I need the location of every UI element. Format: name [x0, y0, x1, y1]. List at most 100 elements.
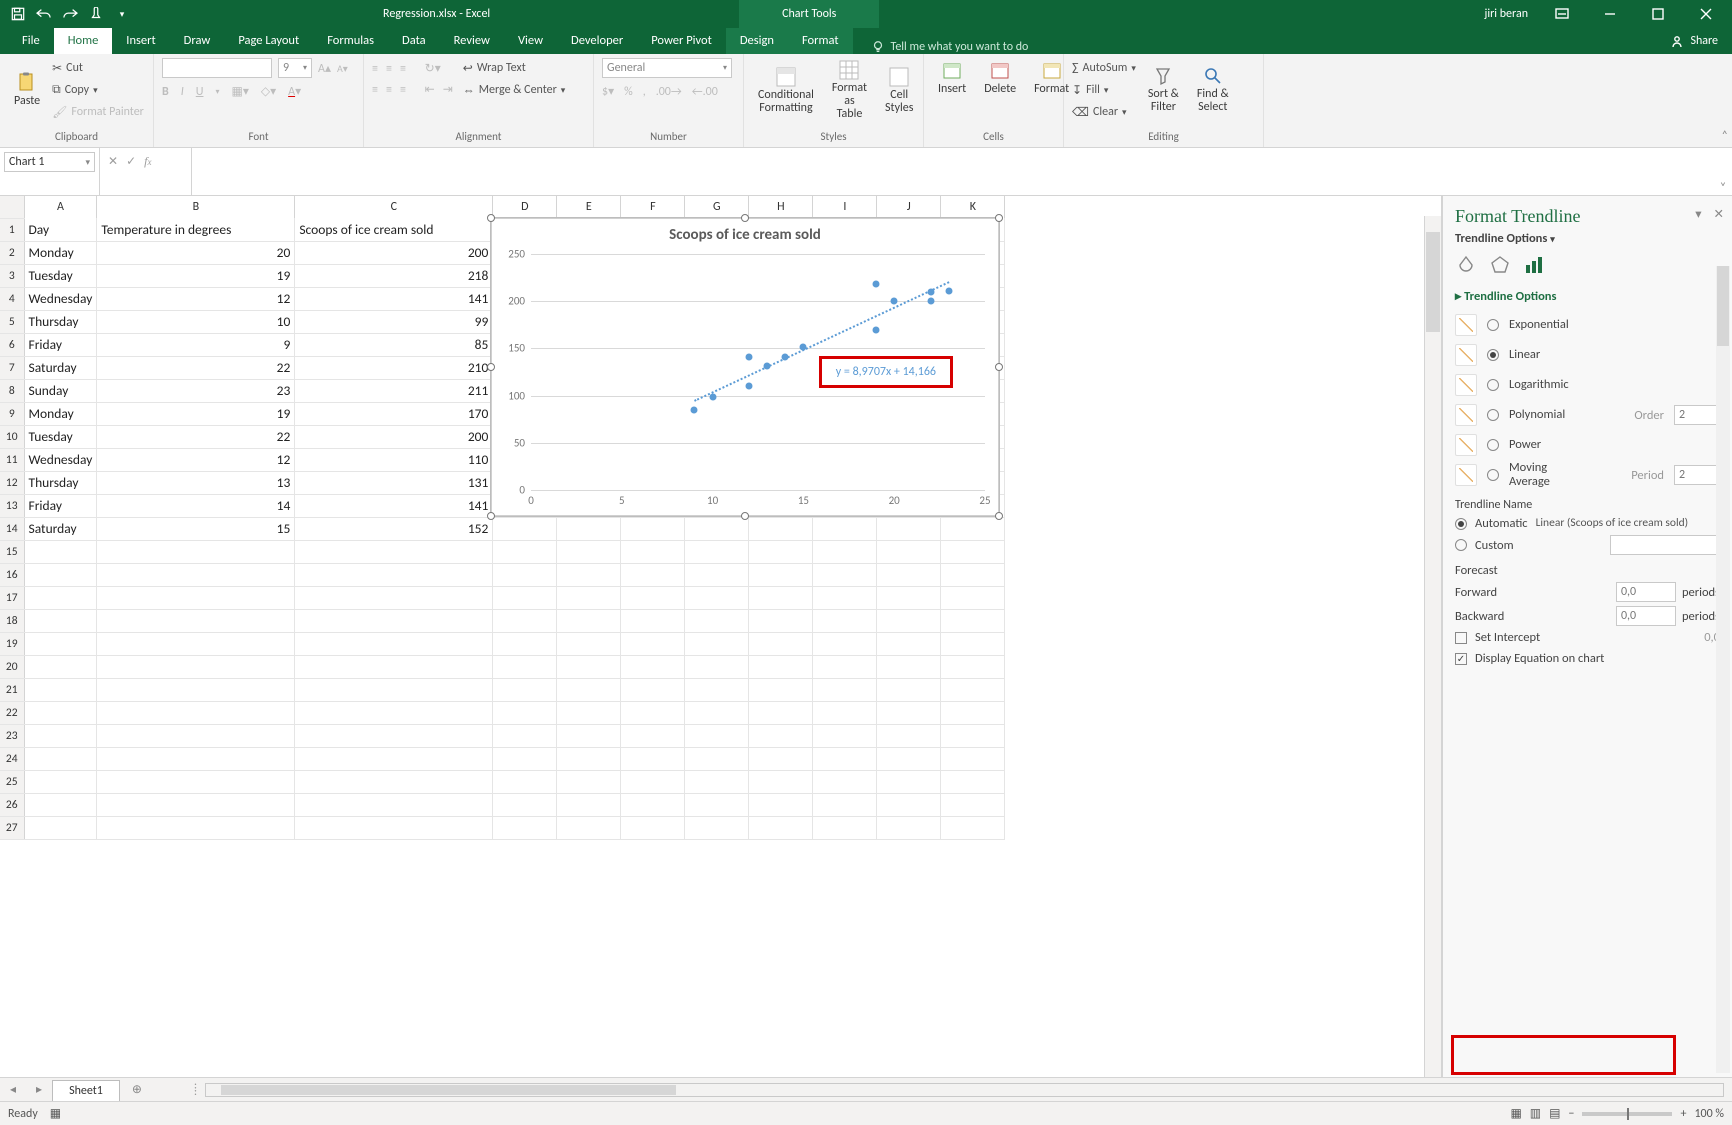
- row-header-19[interactable]: 19: [0, 632, 24, 655]
- cell-G27[interactable]: [685, 816, 749, 839]
- cell-B2[interactable]: 20: [97, 241, 295, 264]
- resize-handle-icon[interactable]: [487, 214, 495, 222]
- cell-E27[interactable]: [557, 816, 621, 839]
- view-page-layout-icon[interactable]: ▥: [1530, 1106, 1541, 1121]
- cell-A27[interactable]: [24, 816, 97, 839]
- cell-K21[interactable]: [941, 678, 1005, 701]
- cell-A24[interactable]: [24, 747, 97, 770]
- cell-C13[interactable]: 141: [295, 494, 493, 517]
- cell-E14[interactable]: [557, 517, 621, 540]
- cell-J16[interactable]: [877, 563, 941, 586]
- col-header-J[interactable]: J: [877, 196, 941, 218]
- cell-J14[interactable]: [877, 517, 941, 540]
- decrease-decimal-icon[interactable]: ←.00: [692, 85, 718, 99]
- tab-chart-format[interactable]: Format: [788, 28, 853, 54]
- resize-handle-icon[interactable]: [995, 512, 1003, 520]
- cell-A21[interactable]: [24, 678, 97, 701]
- row-header-12[interactable]: 12: [0, 471, 24, 494]
- cell-K17[interactable]: [941, 586, 1005, 609]
- cell-B25[interactable]: [97, 770, 295, 793]
- cell-A9[interactable]: Monday: [24, 402, 97, 425]
- font-color-button[interactable]: A▾: [288, 84, 301, 99]
- cell-B8[interactable]: 23: [97, 379, 295, 402]
- cell-K20[interactable]: [941, 655, 1005, 678]
- align-top-icon[interactable]: ≡: [372, 62, 378, 76]
- row-header-2[interactable]: 2: [0, 241, 24, 264]
- cell-I16[interactable]: [813, 563, 877, 586]
- cell-A7[interactable]: Saturday: [24, 356, 97, 379]
- cell-F14[interactable]: [621, 517, 685, 540]
- cell-B10[interactable]: 22: [97, 425, 295, 448]
- cell-H21[interactable]: [749, 678, 813, 701]
- chart-point[interactable]: [945, 287, 952, 294]
- cell-C20[interactable]: [295, 655, 493, 678]
- cell-I15[interactable]: [813, 540, 877, 563]
- cell-C21[interactable]: [295, 678, 493, 701]
- cell-I23[interactable]: [813, 724, 877, 747]
- conditional-formatting-button[interactable]: Conditional Formatting: [752, 65, 820, 117]
- cell-styles-button[interactable]: Cell Styles: [879, 65, 919, 117]
- fill-color-button[interactable]: ◇▾: [261, 84, 276, 99]
- col-header-I[interactable]: I: [813, 196, 877, 218]
- align-left-icon[interactable]: ≡: [372, 83, 378, 97]
- cell-H26[interactable]: [749, 793, 813, 816]
- cell-A18[interactable]: [24, 609, 97, 632]
- row-header-18[interactable]: 18: [0, 609, 24, 632]
- cell-F23[interactable]: [621, 724, 685, 747]
- maximize-icon[interactable]: [1636, 0, 1680, 28]
- cell-H14[interactable]: [749, 517, 813, 540]
- col-header-D[interactable]: D: [493, 196, 557, 218]
- trendline-equation[interactable]: y = 8,9707x + 14,166: [819, 356, 953, 388]
- cell-D17[interactable]: [493, 586, 557, 609]
- trendline-options-tab-icon[interactable]: [1523, 254, 1545, 276]
- cell-D14[interactable]: [493, 517, 557, 540]
- cell-F19[interactable]: [621, 632, 685, 655]
- cell-K14[interactable]: [941, 517, 1005, 540]
- cell-F21[interactable]: [621, 678, 685, 701]
- cell-J21[interactable]: [877, 678, 941, 701]
- col-header-C[interactable]: C: [295, 196, 493, 218]
- row-header-25[interactable]: 25: [0, 770, 24, 793]
- cell-B11[interactable]: 12: [97, 448, 295, 471]
- cell-B27[interactable]: [97, 816, 295, 839]
- view-normal-icon[interactable]: ▦: [1510, 1106, 1521, 1121]
- trendline-type-polynomial[interactable]: PolynomialOrder2: [1455, 400, 1720, 430]
- cell-H23[interactable]: [749, 724, 813, 747]
- cell-D19[interactable]: [493, 632, 557, 655]
- italic-button[interactable]: I: [181, 85, 184, 99]
- cell-A25[interactable]: [24, 770, 97, 793]
- cell-K27[interactable]: [941, 816, 1005, 839]
- chart-point[interactable]: [709, 393, 716, 400]
- cell-I24[interactable]: [813, 747, 877, 770]
- cell-K25[interactable]: [941, 770, 1005, 793]
- cell-A20[interactable]: [24, 655, 97, 678]
- cell-E26[interactable]: [557, 793, 621, 816]
- cell-A14[interactable]: Saturday: [24, 517, 97, 540]
- align-bottom-icon[interactable]: ≡: [400, 62, 406, 76]
- tab-page-layout[interactable]: Page Layout: [224, 28, 313, 54]
- cell-I19[interactable]: [813, 632, 877, 655]
- chart-point[interactable]: [891, 298, 898, 305]
- cell-H24[interactable]: [749, 747, 813, 770]
- chart-point[interactable]: [691, 406, 698, 413]
- chart-object[interactable]: Scoops of ice cream sold 050100150200250…: [490, 217, 1000, 517]
- cell-H17[interactable]: [749, 586, 813, 609]
- cell-B23[interactable]: [97, 724, 295, 747]
- cell-A15[interactable]: [24, 540, 97, 563]
- tab-draw[interactable]: Draw: [170, 28, 225, 54]
- cell-I17[interactable]: [813, 586, 877, 609]
- trendline-type-moving-average[interactable]: MovingAveragePeriod2: [1455, 460, 1720, 490]
- autosum-button[interactable]: ∑AutoSum ▾: [1072, 58, 1136, 78]
- cell-D16[interactable]: [493, 563, 557, 586]
- cell-B18[interactable]: [97, 609, 295, 632]
- find-select-button[interactable]: Find & Select: [1191, 64, 1235, 116]
- chart-point[interactable]: [745, 353, 752, 360]
- cell-H16[interactable]: [749, 563, 813, 586]
- cell-C19[interactable]: [295, 632, 493, 655]
- cell-I25[interactable]: [813, 770, 877, 793]
- new-sheet-icon[interactable]: ⊕: [120, 1082, 154, 1097]
- sort-filter-button[interactable]: Sort & Filter: [1142, 64, 1185, 116]
- cell-C11[interactable]: 110: [295, 448, 493, 471]
- cancel-formula-icon[interactable]: ✕: [108, 154, 118, 169]
- touch-mode-icon[interactable]: [84, 3, 108, 25]
